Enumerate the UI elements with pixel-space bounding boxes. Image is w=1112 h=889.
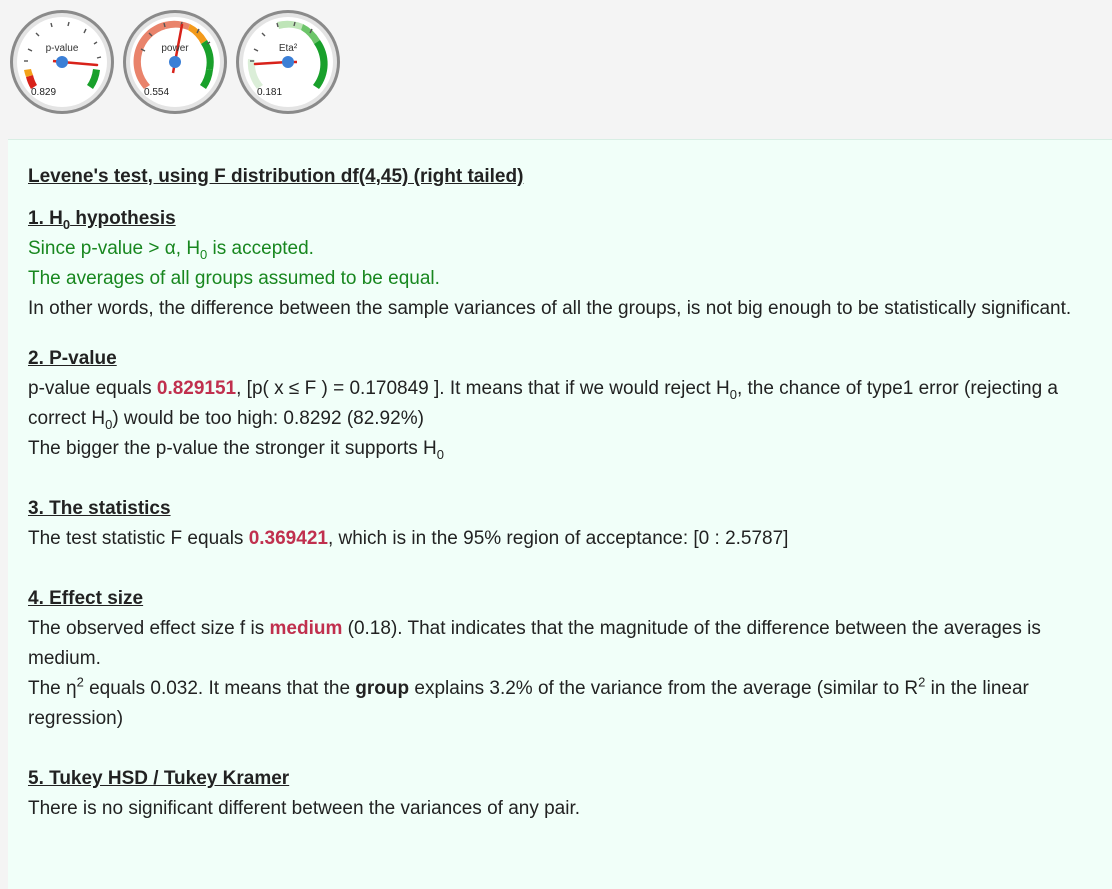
pvalue-number: 0.829151 bbox=[156, 378, 237, 399]
pvalue-gauge: p-value 0.829 bbox=[9, 9, 115, 115]
section-hypothesis: 1. H0 hypothesis Since p-value > α, H0 i… bbox=[28, 204, 1112, 324]
power-gauge-value: 0.554 bbox=[144, 87, 170, 98]
eta-gauge-label: Eta² bbox=[278, 43, 298, 54]
tukey-text: There is no significant different betwee… bbox=[28, 798, 581, 819]
statistics-text: The test statistic F equals 0.369421, wh… bbox=[28, 528, 789, 549]
hypothesis-accepted-text: Since p-value > α, H0 is accepted. bbox=[28, 238, 314, 262]
result-title: Levene's test, using F distribution df(4… bbox=[28, 166, 524, 187]
effect-size-word: medium bbox=[269, 618, 343, 639]
result-panel: Levene's test, using F distribution df(4… bbox=[8, 139, 1112, 889]
power-gauge-label: power bbox=[161, 43, 189, 54]
hypothesis-heading: 1. H0 hypothesis bbox=[28, 208, 176, 232]
pvalue-gauge-dial bbox=[10, 10, 114, 114]
eta-gauge-dial bbox=[236, 10, 340, 114]
power-gauge: power 0.554 bbox=[122, 9, 228, 115]
hypothesis-explanation-text: In other words, the difference between t… bbox=[28, 298, 1072, 319]
tukey-heading: 5. Tukey HSD / Tukey Kramer bbox=[28, 768, 290, 789]
pvalue-text: p-value equals 0.829151, [p( x ≤ F ) = 0… bbox=[28, 378, 1058, 432]
effect-size-heading: 4. Effect size bbox=[28, 588, 144, 609]
eta-gauge-value: 0.181 bbox=[257, 87, 283, 98]
pvalue-gauge-label: p-value bbox=[45, 43, 79, 54]
statistics-heading: 3. The statistics bbox=[28, 498, 171, 519]
f-statistic-number: 0.369421 bbox=[248, 528, 328, 549]
eta-gauge: Eta² 0.181 bbox=[235, 9, 341, 115]
section-pvalue: 2. P-value p-value equals 0.829151, [p( … bbox=[28, 344, 1112, 464]
eta-squared-text: The η2 equals 0.032. It means that the g… bbox=[28, 674, 1029, 729]
effect-size-text: The observed effect size f is medium (0.… bbox=[28, 618, 1041, 669]
gauges-panel: p-value 0.829 power 0.554 Eta² 0.181 bbox=[0, 0, 1112, 138]
section-effect-size: 4. Effect size The observed effect size … bbox=[28, 584, 1112, 734]
hypothesis-conclusion-text: The averages of all groups assumed to be… bbox=[28, 268, 440, 289]
section-tukey: 5. Tukey HSD / Tukey Kramer There is no … bbox=[28, 764, 1112, 824]
section-statistics: 3. The statistics The test statistic F e… bbox=[28, 494, 1112, 554]
pvalue-heading: 2. P-value bbox=[28, 348, 117, 369]
pvalue-support-text: The bigger the p-value the stronger it s… bbox=[28, 438, 444, 462]
power-gauge-dial bbox=[123, 10, 227, 114]
pvalue-gauge-value: 0.829 bbox=[31, 87, 57, 98]
